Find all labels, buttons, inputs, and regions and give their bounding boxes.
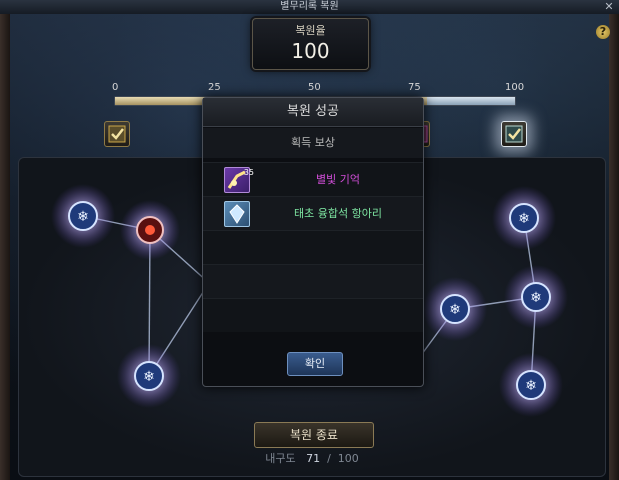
check-icon bbox=[505, 125, 523, 143]
restore-rate-label: 복원율 bbox=[295, 24, 326, 37]
crystal-icon bbox=[229, 204, 245, 224]
durability-label: 내구도 bbox=[265, 452, 296, 465]
svg-text:❄: ❄ bbox=[77, 209, 89, 225]
help-icon[interactable]: ? bbox=[596, 25, 610, 39]
restore-progress-fill-end bbox=[427, 97, 515, 105]
star-node[interactable]: ❄ bbox=[492, 186, 556, 250]
milestone-reward-25[interactable] bbox=[104, 121, 130, 147]
progress-tick-25: 25 bbox=[208, 82, 221, 93]
star-node[interactable]: ❄ bbox=[51, 184, 115, 248]
svg-text:❄: ❄ bbox=[449, 302, 461, 318]
svg-text:❄: ❄ bbox=[530, 290, 542, 306]
star-node[interactable]: ❄ bbox=[423, 277, 487, 341]
durability-readout: 내구도 71 / 100 bbox=[232, 451, 392, 467]
close-icon[interactable]: ✕ bbox=[603, 0, 615, 14]
reward-row: 35 별빛 기억 bbox=[203, 162, 423, 196]
durability-current: 71 bbox=[306, 452, 321, 465]
svg-text:❄: ❄ bbox=[143, 369, 155, 385]
reward-row: 태초 융합석 항아리 bbox=[203, 196, 423, 230]
empty-row bbox=[203, 298, 423, 332]
svg-text:❄: ❄ bbox=[518, 211, 530, 227]
reward-name: 별빛 기억 bbox=[316, 173, 360, 186]
milestone-reward-100[interactable] bbox=[501, 121, 527, 147]
empty-row bbox=[203, 230, 423, 264]
right-frame-edge bbox=[609, 14, 619, 480]
confirm-button[interactable]: 확인 bbox=[287, 352, 343, 376]
restore-success-dialog: 복원 성공 획득 보상 35 별빛 기억 태초 융합석 항아리 확인 bbox=[202, 97, 424, 387]
durability-max: 100 bbox=[337, 452, 359, 465]
restore-rate-value: 100 bbox=[291, 39, 330, 63]
fusion-stone-jar-icon[interactable] bbox=[224, 201, 250, 227]
dialog-title: 복원 성공 bbox=[203, 98, 423, 127]
progress-tick-0: 0 bbox=[112, 82, 119, 93]
durability-separator: / bbox=[327, 452, 331, 465]
star-node[interactable]: ❄ bbox=[504, 265, 568, 329]
svg-text:❄: ❄ bbox=[525, 378, 537, 394]
star-node[interactable]: ❄ bbox=[117, 344, 181, 408]
star-memory-icon[interactable]: 35 bbox=[224, 167, 254, 193]
rewards-heading: 획득 보상 bbox=[203, 128, 423, 158]
window-titlebar: 별무리록 복원 ✕ bbox=[0, 0, 619, 15]
left-frame-edge bbox=[0, 14, 10, 480]
progress-tick-100: 100 bbox=[505, 82, 525, 93]
star-node-active[interactable] bbox=[120, 200, 180, 260]
progress-tick-75: 75 bbox=[408, 82, 421, 93]
empty-row bbox=[203, 264, 423, 298]
window-title: 별무리록 복원 bbox=[280, 1, 339, 12]
reward-name: 태초 융합석 항아리 bbox=[294, 207, 382, 220]
star-node[interactable]: ❄ bbox=[499, 353, 563, 417]
progress-tick-50: 50 bbox=[308, 82, 321, 93]
check-icon bbox=[108, 125, 126, 143]
restore-rate-plate: 복원율 100 bbox=[252, 18, 369, 70]
end-restore-button[interactable]: 복원 종료 bbox=[254, 422, 374, 448]
